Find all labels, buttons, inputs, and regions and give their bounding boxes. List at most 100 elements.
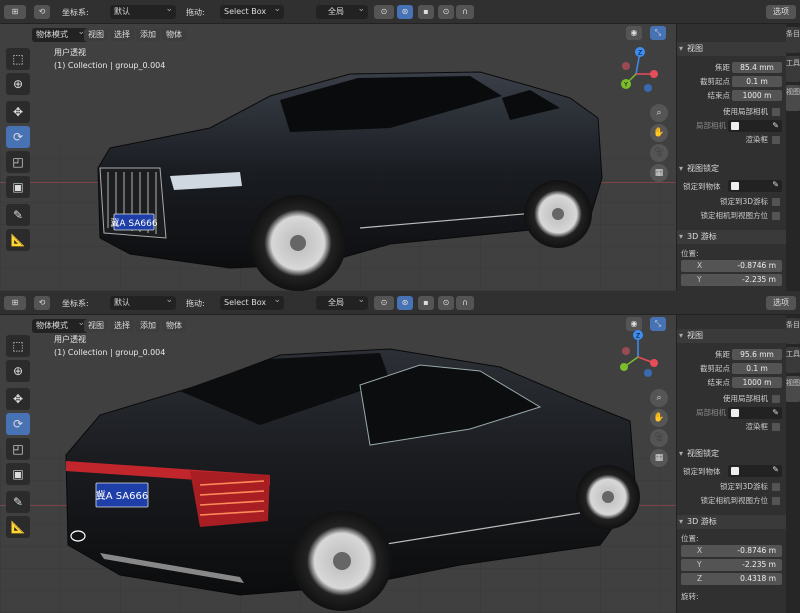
select-tool-icon[interactable]: ⬚: [6, 335, 30, 357]
menu-view[interactable]: 视图: [84, 29, 108, 41]
pivot-icon[interactable]: ⊙: [374, 5, 394, 19]
mode-dropdown[interactable]: 物体模式: [32, 316, 88, 333]
view-panel-title[interactable]: 视图: [677, 42, 786, 56]
measure-tool-icon[interactable]: 📐: [6, 516, 30, 538]
zoom-icon[interactable]: ⌕: [650, 104, 668, 122]
ortho-grid-icon[interactable]: ▦: [650, 449, 668, 467]
rotate-tool-icon[interactable]: ⟳: [6, 126, 30, 148]
cursor-x-field[interactable]: X -0.8746 m: [681, 260, 782, 272]
scale-tool-icon[interactable]: ◰: [6, 151, 30, 173]
options-button[interactable]: 选项: [766, 296, 796, 310]
menu-object[interactable]: 物体: [162, 29, 186, 41]
falloff-icon[interactable]: ∩: [456, 5, 474, 19]
editor-type-icon[interactable]: ⊞: [4, 296, 26, 310]
editor-type-icon[interactable]: ⊞: [4, 5, 26, 19]
transform-dropdown[interactable]: 全局: [316, 2, 368, 19]
local-camera-checkbox[interactable]: [772, 108, 780, 116]
clip-end-field[interactable]: 1000 m: [732, 90, 782, 101]
cursor-panel-title[interactable]: 3D 游标: [677, 515, 786, 529]
cursor-tool-icon[interactable]: ⊕: [6, 73, 30, 95]
viewport-3d[interactable]: 物体模式 视图 选择 添加 物体 ◉ ⤡ 用户透视 (1) Collection…: [0, 315, 676, 613]
clip-end-field[interactable]: 1000 m: [732, 377, 782, 388]
menu-view[interactable]: 视图: [84, 320, 108, 332]
drag-dropdown[interactable]: Select Box: [220, 2, 284, 19]
overlay-visibility-icon[interactable]: ◉: [626, 26, 642, 40]
clip-start-field[interactable]: 0.1 m: [732, 76, 782, 87]
camera-field[interactable]: [728, 407, 782, 419]
lock-camera-checkbox[interactable]: [772, 212, 780, 220]
view-panel-title[interactable]: 视图: [677, 329, 786, 343]
ortho-grid-icon[interactable]: ▦: [650, 164, 668, 182]
move-tool-icon[interactable]: ✥: [6, 388, 30, 410]
measure-tool-icon[interactable]: 📐: [6, 229, 30, 251]
cursor-panel-title[interactable]: 3D 游标: [677, 230, 786, 244]
cursor-tool-icon[interactable]: ⊕: [6, 360, 30, 382]
local-camera-checkbox[interactable]: [772, 395, 780, 403]
clip-start-field[interactable]: 0.1 m: [732, 363, 782, 374]
navigation-gizmo[interactable]: Z: [614, 329, 664, 379]
tab-tool[interactable]: 工具: [786, 347, 800, 373]
tab-item[interactable]: 条目: [786, 318, 800, 344]
lock-object-field[interactable]: [728, 180, 782, 192]
navigation-gizmo[interactable]: Z Y: [614, 44, 664, 94]
snap-icon[interactable]: ⊛: [397, 5, 413, 19]
tab-item[interactable]: 条目: [786, 27, 800, 53]
scale-tool-icon[interactable]: ◰: [6, 438, 30, 460]
cursor-y-field[interactable]: Y -2.235 m: [681, 559, 782, 571]
tab-view[interactable]: 视图: [786, 376, 800, 402]
view-lock-title[interactable]: 视图锁定: [677, 162, 786, 176]
camera-icon[interactable]: 🎥: [650, 144, 668, 162]
transform-orientation-icon[interactable]: ⟲: [34, 296, 50, 310]
snap-icon[interactable]: ⊛: [397, 296, 413, 310]
transform-tool-icon[interactable]: ▣: [6, 176, 30, 198]
pivot-icon[interactable]: ⊙: [374, 296, 394, 310]
view-lock-title[interactable]: 视图锁定: [677, 447, 786, 461]
select-tool-icon[interactable]: ⬚: [6, 48, 30, 70]
menu-select[interactable]: 选择: [110, 29, 134, 41]
menu-add[interactable]: 添加: [136, 320, 160, 332]
coordinate-dropdown[interactable]: 默认: [110, 2, 176, 19]
mode-dropdown[interactable]: 物体模式: [32, 25, 88, 42]
menu-object[interactable]: 物体: [162, 320, 186, 332]
pan-hand-icon[interactable]: ✋: [650, 124, 668, 142]
render-region-checkbox[interactable]: [772, 136, 780, 144]
annotate-tool-icon[interactable]: ✎: [6, 491, 30, 513]
proportional-edit-icon[interactable]: ⊙: [438, 296, 454, 310]
snap-target-icon[interactable]: ▪: [418, 296, 434, 310]
menu-add[interactable]: 添加: [136, 29, 160, 41]
transform-tool-icon[interactable]: ▣: [6, 463, 30, 485]
cursor-x-field[interactable]: X -0.8746 m: [681, 545, 782, 557]
tab-tool[interactable]: 工具: [786, 56, 800, 82]
annotate-tool-icon[interactable]: ✎: [6, 204, 30, 226]
cursor-y-field[interactable]: Y -2.235 m: [681, 274, 782, 286]
transform-dropdown[interactable]: 全局: [316, 293, 368, 310]
car-model-rear[interactable]: 冀A SA666: [60, 345, 640, 613]
proportional-edit-icon[interactable]: ⊙: [438, 5, 454, 19]
focal-field[interactable]: 85.4 mm: [732, 62, 782, 73]
move-tool-icon[interactable]: ✥: [6, 101, 30, 123]
menu-select[interactable]: 选择: [110, 320, 134, 332]
zoom-icon[interactable]: ⌕: [650, 389, 668, 407]
car-model-front[interactable]: 冀A SA666: [90, 68, 610, 291]
transform-orientation-icon[interactable]: ⟲: [34, 5, 50, 19]
coordinate-dropdown[interactable]: 默认: [110, 293, 176, 310]
rotate-tool-icon[interactable]: ⟳: [6, 413, 30, 435]
lock-object-field[interactable]: [728, 465, 782, 477]
gizmo-toggle-icon[interactable]: ⤡: [650, 26, 666, 40]
camera-icon[interactable]: 🎥: [650, 429, 668, 447]
viewport-3d[interactable]: 物体模式 视图 选择 添加 物体 ◉ ⤡ 用户透视 (1) Collection…: [0, 24, 676, 291]
options-button[interactable]: 选项: [766, 5, 796, 19]
drag-dropdown[interactable]: Select Box: [220, 293, 284, 310]
location-label: 位置:: [681, 249, 699, 258]
snap-target-icon[interactable]: ▪: [418, 5, 434, 19]
focal-field[interactable]: 95.6 mm: [732, 349, 782, 360]
pan-hand-icon[interactable]: ✋: [650, 409, 668, 427]
tab-view[interactable]: 视图: [786, 85, 800, 111]
falloff-icon[interactable]: ∩: [456, 296, 474, 310]
lock-cursor-checkbox[interactable]: [772, 483, 780, 491]
camera-field[interactable]: [728, 120, 782, 132]
render-region-checkbox[interactable]: [772, 423, 780, 431]
lock-cursor-checkbox[interactable]: [772, 198, 780, 206]
cursor-z-field[interactable]: Z 0.4318 m: [681, 573, 782, 585]
lock-camera-checkbox[interactable]: [772, 497, 780, 505]
